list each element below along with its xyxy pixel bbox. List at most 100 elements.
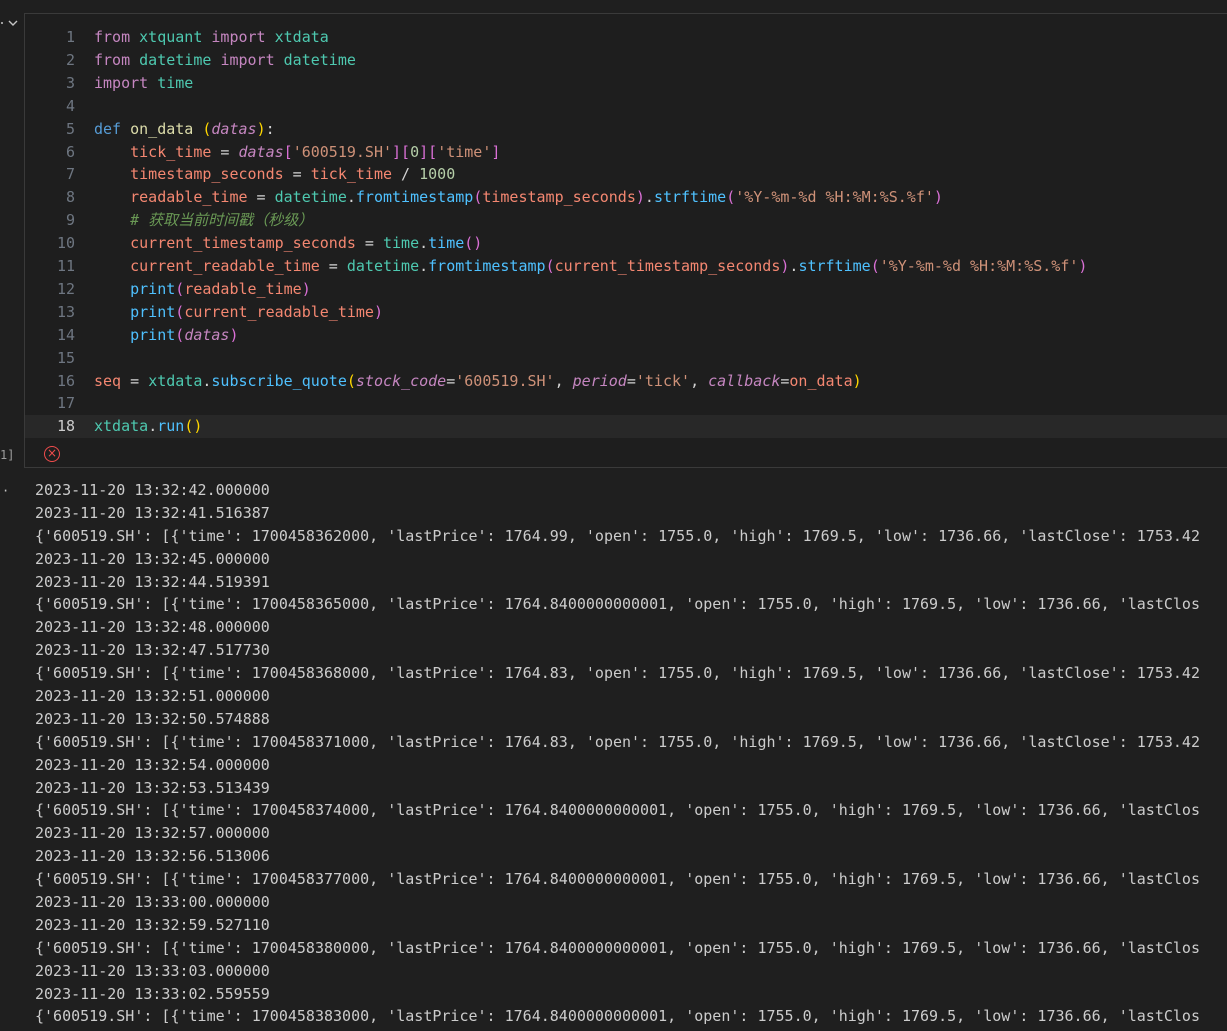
code-line[interactable]: 17 bbox=[25, 392, 1227, 415]
code-line[interactable]: 18 xtdata.run() bbox=[25, 415, 1227, 439]
code-token: period bbox=[572, 371, 627, 390]
code-token: ] bbox=[491, 142, 501, 161]
code-line[interactable]: 13 print(current_readable_time) bbox=[25, 301, 1227, 324]
code-token: ( bbox=[473, 188, 483, 207]
code-token: xtdata bbox=[94, 417, 149, 436]
code-token: . bbox=[346, 188, 356, 207]
code-token: . bbox=[419, 234, 429, 253]
error-circle-icon: × bbox=[44, 446, 60, 462]
code-token: fromtimestamp bbox=[355, 188, 474, 207]
code-token: datetime bbox=[283, 50, 356, 69]
code-token: run bbox=[157, 417, 185, 436]
output-line: 2023-11-20 13:32:48.000000 bbox=[35, 618, 270, 637]
code-token: ( bbox=[175, 325, 185, 344]
code-token: seq bbox=[94, 371, 122, 390]
line-number: 12 bbox=[56, 279, 75, 298]
code-line[interactable]: 15 bbox=[25, 347, 1227, 370]
code-text: from xtquant import xtdata bbox=[94, 26, 329, 49]
output-line: 2023-11-20 13:32:47.517730 bbox=[35, 641, 270, 660]
code-token: tick_time bbox=[130, 142, 212, 161]
output-line: 2023-11-20 13:32:44.519391 bbox=[35, 572, 270, 591]
code-line[interactable]: 2 from datetime import datetime bbox=[25, 49, 1227, 72]
code-token: datas bbox=[211, 119, 257, 138]
code-token: print bbox=[130, 325, 176, 344]
code-text: # 获取当前时间戳（秒级） bbox=[94, 209, 313, 232]
code-token: . bbox=[419, 257, 429, 275]
cell-output[interactable]: 2023-11-20 13:32:42.000000 2023-11-20 13:… bbox=[35, 479, 1227, 1031]
code-token: time bbox=[428, 234, 465, 253]
code-token: stock_code bbox=[355, 371, 447, 390]
execution-count: 1] bbox=[0, 448, 15, 462]
output-marker-icon: · bbox=[2, 484, 10, 498]
code-token: subscribe_quote bbox=[211, 371, 347, 390]
line-number: 6 bbox=[65, 142, 75, 161]
code-token: ( bbox=[726, 188, 736, 207]
line-number: 8 bbox=[65, 188, 75, 207]
code-token: 1000 bbox=[419, 165, 456, 184]
code-line[interactable]: 5 def on_data (datas): bbox=[25, 118, 1227, 141]
code-token: time bbox=[157, 73, 194, 92]
code-token: ][ bbox=[392, 142, 411, 161]
line-number: 1 bbox=[65, 28, 75, 46]
code-line[interactable]: 4 bbox=[25, 95, 1227, 118]
output-line: 2023-11-20 13:33:02.559559 bbox=[35, 984, 270, 1003]
code-line[interactable]: 8 readable_time = datetime.fromtimestamp… bbox=[25, 186, 1227, 209]
code-token: fromtimestamp bbox=[428, 257, 546, 275]
output-line: {'600519.SH': [{'time': 1700458374000, '… bbox=[35, 801, 1200, 820]
code-text: readable_time = datetime.fromtimestamp(t… bbox=[94, 186, 943, 209]
code-token: import bbox=[211, 28, 266, 46]
code-token: / bbox=[392, 165, 420, 184]
code-line[interactable]: 14 print(datas) bbox=[25, 324, 1227, 347]
code-token: '%Y-%m-%d %H:%M:%S.%f' bbox=[735, 188, 934, 207]
code-line[interactable]: 7 timestamp_seconds = tick_time / 1000 bbox=[25, 163, 1227, 186]
code-text: timestamp_seconds = tick_time / 1000 bbox=[94, 163, 455, 186]
code-text: seq = xtdata.subscribe_quote(stock_code=… bbox=[94, 370, 862, 393]
code-token: . bbox=[148, 417, 158, 436]
code-token: '600519.SH' bbox=[292, 142, 393, 161]
chevron-down-icon[interactable] bbox=[0, 14, 22, 32]
code-token: '%Y-%m-%d %H:%M:%S.%f' bbox=[879, 257, 1079, 275]
code-token: datetime bbox=[274, 188, 347, 207]
code-editor[interactable]: 1 from xtquant import xtdata 2 from datetim… bbox=[24, 13, 1227, 468]
code-token: = bbox=[283, 165, 311, 184]
code-token: ( bbox=[545, 257, 555, 275]
code-token: = bbox=[247, 188, 275, 207]
output-line: 2023-11-20 13:32:42.000000 bbox=[35, 481, 270, 499]
code-token: ) bbox=[301, 279, 311, 298]
code-line[interactable]: 16 seq = xtdata.subscribe_quote(stock_cod… bbox=[25, 370, 1227, 393]
code-token: strftime bbox=[798, 257, 871, 275]
line-number: 5 bbox=[65, 119, 75, 138]
code-token: tick_time bbox=[310, 165, 393, 184]
code-line[interactable]: 6 tick_time = datas['600519.SH'][0]['tim… bbox=[25, 141, 1227, 164]
code-line[interactable]: 3 import time bbox=[25, 72, 1227, 95]
code-token: ( bbox=[175, 302, 185, 321]
code-token: import bbox=[220, 50, 275, 69]
code-token: ( bbox=[870, 257, 880, 275]
code-line[interactable]: 1 from xtquant import xtdata bbox=[25, 26, 1227, 49]
code-line[interactable]: 9 # 获取当前时间戳（秒级） bbox=[25, 209, 1227, 232]
code-line[interactable]: 10 current_timestamp_seconds = time.time… bbox=[25, 232, 1227, 255]
code-token: () bbox=[464, 234, 483, 253]
line-number: 2 bbox=[65, 50, 75, 69]
code-token: : bbox=[265, 119, 275, 138]
line-number: 4 bbox=[65, 96, 75, 115]
output-line: {'600519.SH': [{'time': 1700458377000, '… bbox=[35, 870, 1200, 889]
line-number: 17 bbox=[56, 394, 75, 413]
code-line[interactable]: 11 current_readable_time = datetime.from… bbox=[25, 255, 1227, 278]
code-token: ) bbox=[852, 371, 862, 390]
code-token: = bbox=[121, 371, 149, 390]
code-token: ) bbox=[229, 325, 239, 344]
code-token: datas bbox=[238, 142, 284, 161]
code-line[interactable]: 12 print(readable_time) bbox=[25, 278, 1227, 301]
line-number: 10 bbox=[56, 234, 75, 253]
code-token: current_readable_time bbox=[184, 302, 374, 321]
code-token: current_timestamp_seconds bbox=[554, 257, 781, 275]
